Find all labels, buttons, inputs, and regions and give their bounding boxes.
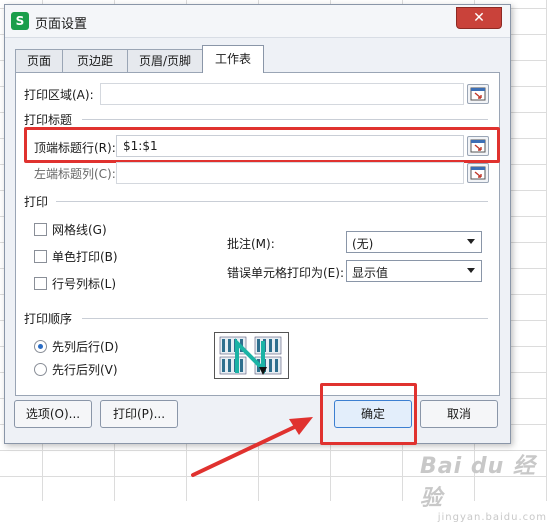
options-button[interactable]: 选项(O)... [14,400,92,428]
print-order-divider [82,318,488,319]
left-columns-collapse-button[interactable] [467,163,489,183]
tab-margins[interactable]: 页边距 [62,49,128,72]
gridlines-checkbox[interactable] [34,223,47,236]
top-rows-label: 顶端标题行(R): [34,141,116,155]
print-divider [56,201,488,202]
black-white-checkbox[interactable] [34,250,47,263]
wps-app-icon: S [11,12,29,30]
print-titles-divider [82,119,488,120]
print-order-heading: 打印顺序 [24,312,73,326]
top-rows-collapse-button[interactable] [467,136,489,156]
comments-label: 批注(M): [227,237,275,251]
print-titles-heading: 打印标题 [24,113,73,127]
tab-header-footer[interactable]: 页眉/页脚 [127,49,203,72]
print-button[interactable]: 打印(P)... [100,400,178,428]
print-area-label: 打印区域(A): [24,88,94,102]
comments-value: (无) [352,237,374,251]
page-setup-dialog: S 页面设置 ✕ 页面 页边距 页眉/页脚 工作表 打印区域(A): 打印标题 … [4,4,511,444]
watermark-main: Bai du 经验 [420,454,536,511]
gridlines-label: 网格线(G) [52,223,107,237]
down-then-over-label: 先列后行(D) [52,340,119,354]
page-order-diagram-icon [219,336,282,375]
over-then-down-label: 先行后列(V) [52,363,118,377]
cell-errors-value: 显示值 [352,266,389,280]
chevron-down-icon [467,268,475,273]
print-heading: 打印 [24,195,49,209]
cell-errors-label: 错误单元格打印为(E): [227,266,344,280]
cell-errors-select[interactable]: 显示值 [346,260,482,282]
print-area-input[interactable] [100,83,464,105]
left-columns-input[interactable] [116,162,464,184]
baidu-watermark: Bai du 经验 jingyan.baidu.com [420,448,547,523]
down-then-over-radio[interactable] [34,340,47,353]
top-rows-input[interactable]: $1:$1 [116,135,464,157]
annotation-arrow-icon [191,417,313,477]
title-bar: S 页面设置 ✕ [5,5,510,38]
left-columns-label: 左端标题列(C): [34,167,116,181]
over-then-down-radio[interactable] [34,363,47,376]
tab-page[interactable]: 页面 [15,49,63,72]
cancel-button[interactable]: 取消 [420,400,498,428]
range-select-icon [470,87,486,101]
sheet-tab-panel: 打印区域(A): 打印标题 顶端标题行(R): $1:$1 左端标题列(C): … [15,72,500,396]
page-order-preview-icon [214,332,289,379]
ok-button[interactable]: 确定 [334,400,412,428]
row-col-headings-label: 行号列标(L) [52,277,117,291]
range-select-icon [470,166,486,180]
close-button[interactable]: ✕ [456,7,502,29]
watermark-sub: jingyan.baidu.com [437,512,547,523]
dialog-title: 页面设置 [35,17,88,32]
print-area-collapse-button[interactable] [467,84,489,104]
top-rows-value: $1:$1 [123,139,158,153]
chevron-down-icon [467,239,475,244]
comments-select[interactable]: (无) [346,231,482,253]
range-select-icon [470,139,486,153]
row-col-headings-checkbox[interactable] [34,277,47,290]
tab-sheet[interactable]: 工作表 [202,45,264,73]
black-white-label: 单色打印(B) [52,250,118,264]
